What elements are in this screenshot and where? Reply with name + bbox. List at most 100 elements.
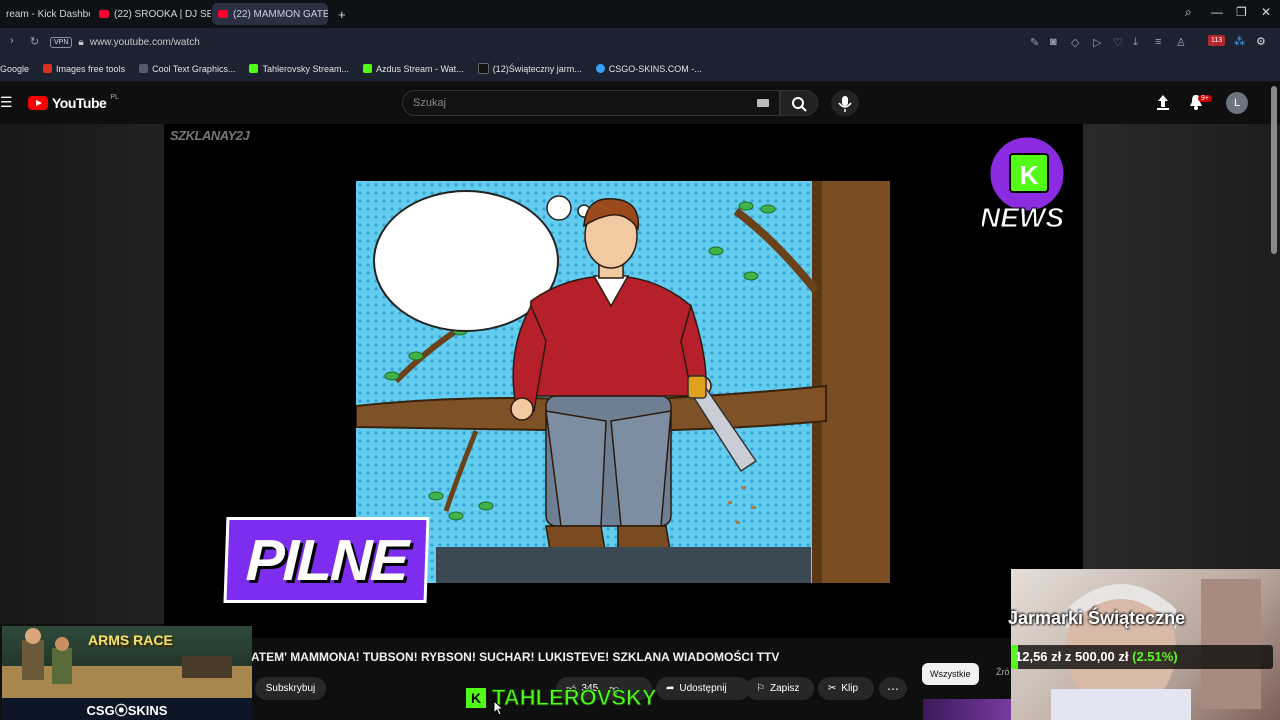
more-icon: ⋯ bbox=[887, 681, 899, 696]
breaking-news-label: PILNE bbox=[244, 527, 409, 593]
bookmark-favicon-icon bbox=[43, 64, 53, 73]
bookmark-jarmark[interactable]: (12)Świąteczny jarm... bbox=[477, 63, 582, 74]
reload-icon[interactable]: ↻ bbox=[30, 35, 39, 48]
bookmark-images-free-tools[interactable]: Images free tools bbox=[43, 64, 125, 74]
share-label: Udostępnij bbox=[679, 683, 727, 694]
tab-search-icon[interactable]: ⌕ bbox=[1185, 5, 1192, 20]
heart-icon[interactable]: ♡ bbox=[1113, 36, 1123, 49]
keyboard-icon[interactable] bbox=[757, 99, 769, 107]
youtube-wordmark: YouTube bbox=[52, 95, 107, 111]
avatar[interactable]: L bbox=[1226, 92, 1248, 114]
save-button[interactable]: ⚐ Zapisz bbox=[746, 677, 814, 700]
url-text: www.youtube.com/watch bbox=[89, 36, 200, 48]
goal-percent: (2.51%) bbox=[1132, 649, 1178, 664]
youtube-play-icon bbox=[28, 96, 48, 110]
bookmark-favicon-icon bbox=[139, 64, 149, 73]
search-icon bbox=[792, 97, 807, 112]
play-icon[interactable]: ▷ bbox=[1093, 36, 1101, 49]
tiktok-favicon-icon bbox=[477, 63, 489, 74]
menu-icon[interactable]: ≡ bbox=[1155, 36, 1161, 48]
bookmark-label: Azdus Stream - Wat... bbox=[375, 63, 464, 74]
avatar-letter: L bbox=[1233, 97, 1241, 109]
address-toolbar: › ↻ VPN 🔒︎ www.youtube.com/watch ✎ ◙ ◇ ▷… bbox=[0, 28, 1280, 56]
tab-label: (22) SROOKA | DJ SET bbox=[114, 8, 211, 20]
search-placeholder: Szukaj bbox=[413, 97, 447, 109]
profile-icon[interactable]: ♙ bbox=[1176, 36, 1186, 49]
search-button[interactable] bbox=[780, 90, 818, 116]
youtube-favicon-icon bbox=[218, 10, 228, 18]
minimize-icon[interactable]: — bbox=[1211, 5, 1223, 19]
bookmark-label: CSGO-SKINS.COM -... bbox=[608, 63, 702, 74]
region-label: PL bbox=[110, 93, 119, 101]
streamer-name: TAHLEROVSKY bbox=[492, 685, 658, 711]
extension-icon[interactable]: ⁂ bbox=[1234, 35, 1245, 48]
clip-label: Klip bbox=[841, 683, 859, 694]
tab-label: (22) MAMMON GATE bbox=[233, 8, 328, 20]
ad-title: ARMS RACE bbox=[88, 632, 173, 648]
url-field[interactable]: VPN 🔒︎ www.youtube.com/watch bbox=[50, 33, 1030, 51]
filter-chip-source[interactable]: Źró bbox=[996, 667, 1010, 677]
close-window-icon[interactable]: ✕ bbox=[1261, 5, 1271, 19]
tab-mammon-gate[interactable]: (22) MAMMON GATE bbox=[212, 3, 328, 25]
camera-icon[interactable]: ◙ bbox=[1050, 36, 1057, 48]
share-button[interactable]: ➦ Udostępnij bbox=[656, 677, 750, 700]
restore-icon[interactable]: ❐ bbox=[1236, 5, 1247, 19]
youtube-header: ☰ YouTube PL Szukaj bbox=[0, 82, 1280, 124]
chip-label: Wszystkie bbox=[930, 669, 971, 679]
subscribe-label: Subskrybuj bbox=[265, 683, 316, 694]
bookmark-csgo-skins[interactable]: CSGO-SKINS.COM -... bbox=[595, 63, 702, 74]
bookmark-azdus[interactable]: Azdus Stream - Wat... bbox=[362, 63, 464, 74]
related-video-thumbnail[interactable] bbox=[923, 699, 1011, 720]
subscribe-button[interactable]: Subskrybuj bbox=[255, 677, 326, 700]
tab-label: ream - Kick Dashboard bbox=[6, 8, 90, 20]
kick-news-badge-icon: K NEWS bbox=[982, 134, 1067, 232]
mouse-cursor-icon bbox=[493, 700, 503, 716]
bookmark-cool-text[interactable]: Cool Text Graphics... bbox=[139, 64, 235, 74]
browser-tab-bar: ream - Kick Dashboard (22) SROOKA | DJ S… bbox=[0, 0, 1280, 28]
page-background-right bbox=[1083, 124, 1280, 574]
ad-brand: CSG⦿SKINS bbox=[2, 698, 252, 720]
donation-goal-title: Jarmarki Świąteczne bbox=[1008, 608, 1186, 628]
extension-badge[interactable]: 113 bbox=[1208, 35, 1226, 46]
settings-icon[interactable]: ⚙ bbox=[1256, 35, 1266, 48]
voice-search-button[interactable] bbox=[831, 90, 859, 116]
forward-icon[interactable]: › bbox=[10, 35, 14, 47]
bookmark-favicon-icon bbox=[595, 64, 605, 73]
tab-srooka[interactable]: (22) SROOKA | DJ SET bbox=[93, 3, 211, 25]
filter-chip-all[interactable]: Wszystkie bbox=[922, 663, 979, 685]
share-icon: ➦ bbox=[666, 683, 675, 694]
video-player[interactable]: SZKLANAY2J K NEWS PILNE bbox=[164, 124, 1083, 638]
bookmark-label: (12)Świąteczny jarm... bbox=[492, 63, 582, 74]
tab-kick-dashboard[interactable]: ream - Kick Dashboard bbox=[0, 3, 90, 25]
bookmark-label: Google bbox=[0, 63, 30, 74]
bookmark-tahlerovsky[interactable]: Tahlerovsky Stream... bbox=[249, 64, 349, 74]
vpn-badge[interactable]: VPN bbox=[50, 36, 73, 48]
shield-icon[interactable]: ◇ bbox=[1071, 36, 1079, 49]
youtube-logo[interactable]: YouTube PL bbox=[28, 93, 119, 111]
goal-separator: z bbox=[1064, 649, 1072, 664]
bookmark-google[interactable]: Google bbox=[0, 64, 29, 74]
edit-icon[interactable]: ✎ bbox=[1030, 36, 1039, 49]
kick-logo-icon: K bbox=[466, 688, 486, 708]
new-tab-label: + bbox=[338, 6, 346, 22]
lock-icon: 🔒︎ bbox=[78, 36, 84, 48]
new-tab-button[interactable]: + bbox=[332, 3, 352, 25]
video-frame-comic-illustration bbox=[356, 181, 890, 583]
bookmark-label: Cool Text Graphics... bbox=[152, 63, 236, 74]
more-actions-button[interactable]: ⋯ bbox=[879, 677, 907, 700]
download-icon[interactable]: ⤓ bbox=[1133, 36, 1138, 49]
kick-favicon-icon bbox=[362, 64, 372, 73]
microphone-icon bbox=[838, 96, 852, 112]
upload-icon[interactable] bbox=[1155, 92, 1171, 112]
bookmark-icon: ⚐ bbox=[756, 683, 765, 694]
page-scrollbar[interactable] bbox=[1271, 86, 1277, 254]
youtube-favicon-icon bbox=[99, 10, 109, 18]
goal-total: 500,00 zł bbox=[1075, 649, 1129, 664]
bookmark-label: Images free tools bbox=[56, 63, 126, 74]
bookmarks-bar: Google Images free tools Cool Text Graph… bbox=[0, 56, 1280, 82]
hamburger-menu-icon[interactable]: ☰ bbox=[0, 94, 13, 111]
scissors-icon: ✂ bbox=[828, 683, 837, 694]
search-input[interactable]: Szukaj bbox=[402, 90, 780, 116]
clip-button[interactable]: ✂ Klip bbox=[818, 677, 874, 700]
page-background-left bbox=[0, 124, 164, 624]
